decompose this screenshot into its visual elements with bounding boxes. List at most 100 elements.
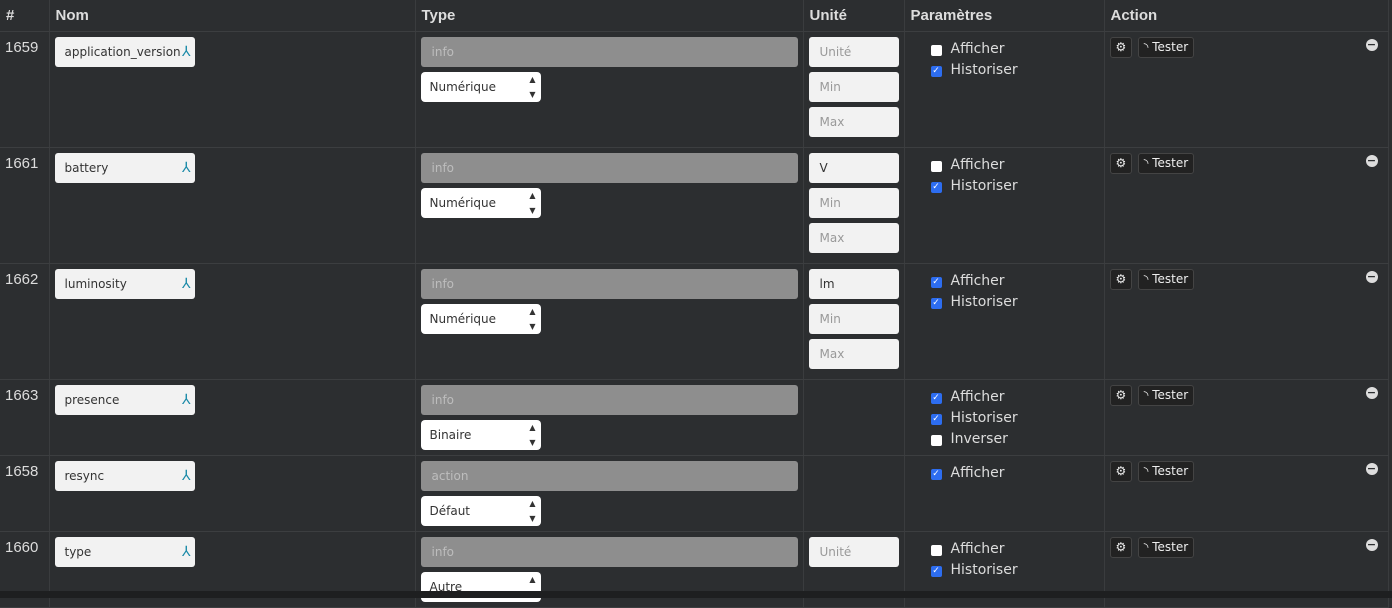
configure-button[interactable]: ⚙: [1109, 36, 1133, 58]
name-input[interactable]: presence ⅄: [54, 384, 195, 415]
checkbox-label: Historiser: [950, 62, 1018, 78]
configure-button[interactable]: ⚙: [1109, 536, 1133, 558]
remove-icon[interactable]: −: [1365, 538, 1378, 551]
unit-input[interactable]: lm: [808, 268, 899, 299]
icon-picker-icon[interactable]: ⅄: [182, 37, 191, 67]
min-input[interactable]: Min: [808, 187, 899, 218]
type-input: info: [420, 152, 798, 183]
max-input[interactable]: Max: [808, 106, 899, 137]
checkbox-afficher-box[interactable]: ✓: [930, 469, 942, 480]
rss-icon: ◝: [1143, 155, 1149, 170]
type-input: info: [420, 36, 798, 67]
checkbox-label: Afficher: [950, 465, 1005, 481]
max-input[interactable]: Max: [808, 222, 899, 253]
name-input[interactable]: application_version ⅄: [54, 36, 195, 67]
checkbox-historiser[interactable]: ✓ Historiser: [910, 176, 1099, 197]
test-button[interactable]: ◝ Tester: [1137, 268, 1195, 290]
checkbox-label: Afficher: [950, 389, 1005, 405]
test-button[interactable]: ◝ Tester: [1137, 460, 1195, 482]
checkbox-afficher[interactable]: ✓ Afficher: [910, 271, 1099, 292]
checkbox-historiser[interactable]: ✓ Historiser: [910, 292, 1099, 313]
checkbox-afficher[interactable]: Afficher: [910, 39, 1099, 60]
configure-button[interactable]: ⚙: [1109, 152, 1133, 174]
remove-icon[interactable]: −: [1365, 462, 1378, 475]
checkbox-afficher[interactable]: ✓ Afficher: [910, 387, 1099, 408]
rss-icon: ◝: [1143, 39, 1149, 54]
max-input[interactable]: Max: [808, 338, 899, 369]
checkbox-label: Inverser: [950, 431, 1008, 447]
icon-picker-icon[interactable]: ⅄: [182, 461, 191, 491]
checkbox-label: Historiser: [950, 294, 1018, 310]
subtype-select[interactable]: Numérique ▲ ▼: [420, 303, 541, 334]
checkbox-afficher-box[interactable]: [930, 45, 942, 56]
checkbox-afficher[interactable]: Afficher: [910, 155, 1099, 176]
checkbox-historiser[interactable]: ✓ Historiser: [910, 408, 1099, 429]
cogs-icon: ⚙: [1115, 155, 1127, 170]
command-id: 1662: [0, 263, 50, 380]
checkbox-historiser[interactable]: ✓ Historiser: [910, 560, 1099, 581]
icon-picker-icon[interactable]: ⅄: [182, 385, 191, 415]
unit-input[interactable]: Unité: [808, 36, 899, 67]
checkbox-inverser[interactable]: Inverser: [910, 429, 1099, 450]
subtype-select[interactable]: Numérique ▲ ▼: [420, 71, 541, 102]
checkbox-afficher-box[interactable]: [930, 161, 942, 172]
checkbox-historiser-box[interactable]: ✓: [930, 298, 942, 309]
command-id: 1659: [0, 31, 50, 148]
remove-icon[interactable]: −: [1365, 38, 1378, 51]
checkbox-historiser-box[interactable]: ✓: [930, 566, 942, 577]
icon-picker-icon[interactable]: ⅄: [182, 153, 191, 183]
unit-input[interactable]: Unité: [808, 536, 899, 567]
subtype-select[interactable]: Défaut ▲ ▼: [420, 495, 541, 526]
min-input[interactable]: Min: [808, 303, 899, 334]
cogs-icon: ⚙: [1115, 387, 1127, 402]
name-input[interactable]: luminosity ⅄: [54, 268, 195, 299]
checkbox-afficher[interactable]: ✓ Afficher: [910, 463, 1099, 484]
subtype-select[interactable]: Numérique ▲ ▼: [420, 187, 541, 218]
header-action: Action: [1104, 0, 1389, 32]
commands-table: # Nom Type Unité Paramètres Action 1659 …: [0, 0, 1389, 608]
select-arrows-icon: ▲▼: [529, 422, 536, 447]
remove-icon[interactable]: −: [1365, 154, 1378, 167]
select-arrows-icon: ▲▼: [529, 190, 536, 215]
checkbox-historiser-box[interactable]: ✓: [930, 414, 942, 425]
table-row: 1663 presence ⅄ info Binaire ▲ ▼ ✓ Afficher ✓ H…: [0, 379, 1389, 456]
remove-icon[interactable]: −: [1365, 386, 1378, 399]
test-button[interactable]: ◝ Tester: [1137, 36, 1195, 58]
min-input[interactable]: Min: [808, 71, 899, 102]
test-button[interactable]: ◝ Tester: [1137, 384, 1195, 406]
checkbox-historiser[interactable]: ✓ Historiser: [910, 60, 1099, 81]
subtype-select[interactable]: Binaire ▲ ▼: [420, 419, 541, 450]
select-arrows-icon: ▲▼: [529, 74, 536, 99]
checkbox-inverser-box[interactable]: [930, 435, 942, 446]
type-input: info: [420, 536, 798, 567]
bottom-bar: [0, 591, 1392, 598]
command-id: 1658: [0, 455, 50, 532]
checkbox-afficher-box[interactable]: [930, 545, 942, 556]
unit-input[interactable]: V: [808, 152, 899, 183]
command-id: 1661: [0, 147, 50, 264]
test-button[interactable]: ◝ Tester: [1137, 536, 1195, 558]
checkbox-historiser-box[interactable]: ✓: [930, 66, 942, 77]
configure-button[interactable]: ⚙: [1109, 460, 1133, 482]
select-arrows-icon: ▲▼: [529, 498, 536, 523]
remove-icon[interactable]: −: [1365, 270, 1378, 283]
name-input[interactable]: type ⅄: [54, 536, 195, 567]
checkbox-label: Afficher: [950, 41, 1005, 57]
table-row: 1658 resync ⅄ action Défaut ▲ ▼ ✓ Afficher ⚙ …: [0, 455, 1389, 532]
checkbox-afficher-box[interactable]: ✓: [930, 277, 942, 288]
icon-picker-icon[interactable]: ⅄: [182, 537, 191, 567]
checkbox-label: Historiser: [950, 562, 1018, 578]
name-input[interactable]: battery ⅄: [54, 152, 195, 183]
header-name: Nom: [49, 0, 416, 32]
configure-button[interactable]: ⚙: [1109, 384, 1133, 406]
checkbox-label: Afficher: [950, 541, 1005, 557]
checkbox-afficher-box[interactable]: ✓: [930, 393, 942, 404]
configure-button[interactable]: ⚙: [1109, 268, 1133, 290]
cogs-icon: ⚙: [1115, 271, 1127, 286]
checkbox-afficher[interactable]: Afficher: [910, 539, 1099, 560]
test-button[interactable]: ◝ Tester: [1137, 152, 1195, 174]
name-input[interactable]: resync ⅄: [54, 460, 195, 491]
cogs-icon: ⚙: [1115, 463, 1127, 478]
checkbox-historiser-box[interactable]: ✓: [930, 182, 942, 193]
icon-picker-icon[interactable]: ⅄: [182, 269, 191, 299]
